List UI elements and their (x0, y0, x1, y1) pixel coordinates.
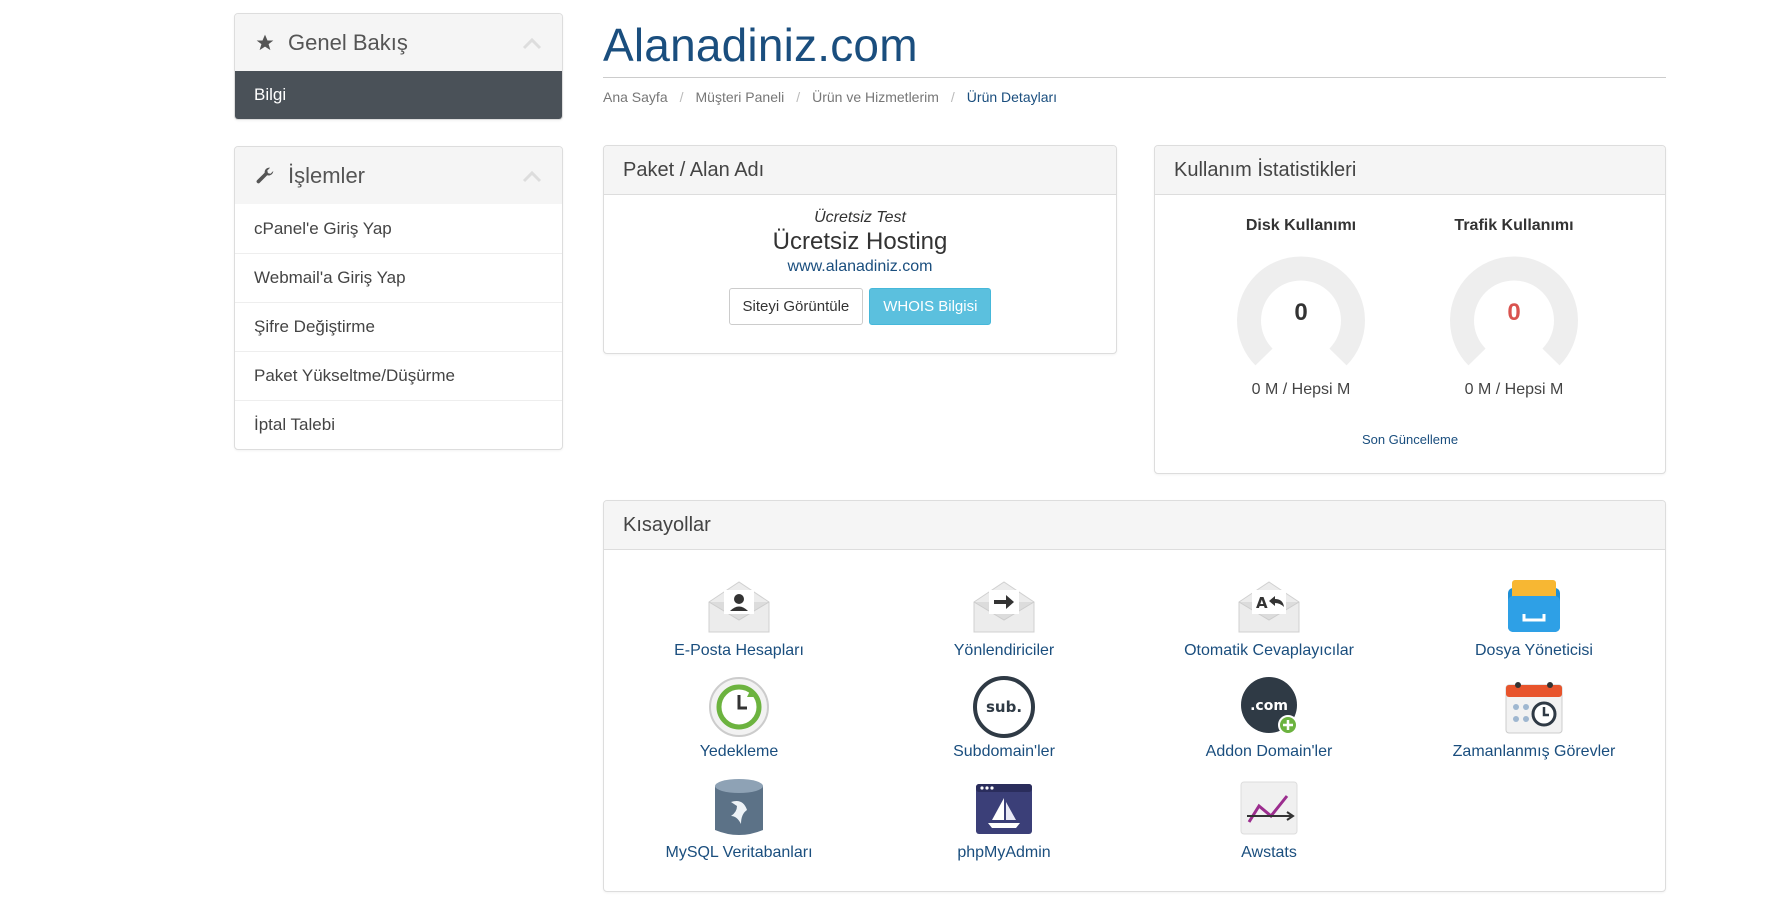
disk-usage-gauge: 0 (1237, 253, 1365, 373)
actions-title: İşlemler (288, 162, 366, 188)
breadcrumb-products[interactable]: Ürün ve Hizmetlerim (812, 89, 939, 105)
shortcut-subdomains[interactable]: sub. Subdomain'ler (874, 675, 1134, 761)
shortcut-mysql[interactable]: MySQL Veritabanları (609, 776, 869, 862)
last-update-link[interactable]: Son Güncelleme (1155, 432, 1665, 447)
sidebar-item-upgrade-downgrade[interactable]: Paket Yükseltme/Düşürme (235, 351, 562, 400)
shortcut-label: Yönlendiriciler (953, 642, 1055, 659)
overview-panel: Genel Bakış Bilgi (234, 13, 563, 120)
breadcrumb-client-area[interactable]: Müşteri Paneli (696, 89, 785, 105)
traffic-usage-block: Trafik Kullanımı 0 0 M / Hepsi M (1414, 195, 1614, 399)
sidebar-item-webmail-login[interactable]: Webmail'a Giriş Yap (235, 253, 562, 302)
wrench-icon (254, 165, 276, 187)
usage-stats-panel: Kullanım İstatistikleri Disk Kullanımı 0… (1154, 145, 1666, 474)
shortcut-label: E-Posta Hesapları (674, 642, 804, 659)
phpmyadmin-icon (976, 784, 1032, 834)
forwarders-icon (973, 581, 1035, 633)
breadcrumb-separator: / (796, 89, 801, 105)
shortcut-label: Subdomain'ler (953, 743, 1055, 760)
product-name: Ücretsiz Hosting (772, 228, 948, 255)
breadcrumb: Ana Sayfa / Müşteri Paneli / Ürün ve Hiz… (603, 89, 1057, 105)
traffic-usage-caption: 0 M / Hepsi M (1464, 381, 1564, 398)
traffic-usage-gauge: 0 (1450, 253, 1578, 373)
shortcut-label: MySQL Veritabanları (665, 844, 813, 861)
email-accounts-icon (708, 581, 770, 633)
shortcut-cron-jobs[interactable]: Zamanlanmış Görevler (1404, 675, 1664, 761)
backup-icon (709, 677, 769, 737)
traffic-usage-value: 0 (1507, 299, 1521, 326)
subdomains-icon: sub. (973, 676, 1035, 738)
actions-panel-header[interactable]: İşlemler (235, 147, 562, 204)
disk-usage-caption: 0 M / Hepsi M (1251, 381, 1351, 398)
awstats-icon (1240, 781, 1298, 835)
sidebar-item-cpanel-login[interactable]: cPanel'e Giriş Yap (235, 204, 562, 253)
shortcut-awstats[interactable]: Awstats (1139, 776, 1399, 862)
sidebar-item-change-password[interactable]: Şifre Değiştirme (235, 302, 562, 351)
shortcut-label: Dosya Yöneticisi (1475, 642, 1593, 659)
breadcrumb-separator: / (950, 89, 955, 105)
sidebar-item-cancel-request[interactable]: İptal Talebi (235, 400, 562, 449)
sidebar-item-info[interactable]: Bilgi (235, 71, 562, 119)
star-icon (254, 32, 276, 54)
view-site-button[interactable]: Siteyi Görüntüle (728, 288, 864, 325)
shortcuts-panel: Kısayollar E-Posta Hesapları Yönlendiric… (603, 500, 1666, 892)
shortcut-label: Zamanlanmış Görevler (1452, 743, 1616, 760)
shortcut-label: Otomatik Cevaplayıcılar (1184, 642, 1354, 659)
overview-title: Genel Bakış (288, 29, 408, 55)
svg-text:sub.: sub. (986, 698, 1022, 716)
shortcut-label: Awstats (1241, 844, 1297, 861)
cron-jobs-icon (1505, 682, 1563, 734)
traffic-usage-title: Trafik Kullanımı (1454, 217, 1574, 234)
disk-usage-title: Disk Kullanımı (1245, 217, 1357, 234)
shortcut-backup[interactable]: Yedekleme (609, 675, 869, 761)
svg-text:.com: .com (1250, 698, 1288, 714)
shortcut-autoresponders[interactable]: A Otomatik Cevaplayıcılar (1139, 574, 1399, 660)
usage-stats-title: Kullanım İstatistikleri (1155, 146, 1665, 195)
shortcut-label: Yedekleme (699, 743, 779, 760)
chevron-up-icon[interactable] (521, 32, 543, 54)
breadcrumb-product-details: Ürün Detayları (966, 89, 1058, 105)
breadcrumb-separator: / (679, 89, 684, 105)
shortcuts-title: Kısayollar (604, 501, 1665, 550)
mysql-icon (715, 779, 763, 835)
autoresponders-icon: A (1238, 581, 1300, 633)
disk-usage-value: 0 (1294, 299, 1308, 326)
file-manager-icon (1508, 580, 1560, 632)
svg-text:A: A (1256, 594, 1268, 612)
package-group: Ücretsiz Test (814, 209, 906, 226)
shortcut-forwarders[interactable]: Yönlendiriciler (874, 574, 1134, 660)
shortcut-addon-domains[interactable]: .com Addon Domain'ler (1139, 675, 1399, 761)
disk-usage-block: Disk Kullanımı 0 0 M / Hepsi M (1201, 195, 1401, 399)
shortcut-email-accounts[interactable]: E-Posta Hesapları (609, 574, 869, 660)
actions-panel: İşlemler cPanel'e Giriş Yap Webmail'a Gi… (234, 146, 563, 450)
chevron-up-icon[interactable] (521, 165, 543, 187)
title-divider (603, 77, 1666, 78)
overview-panel-header[interactable]: Genel Bakış (235, 14, 562, 71)
product-domain-link[interactable]: www.alanadiniz.com (604, 258, 1116, 276)
shortcut-phpmyadmin[interactable]: phpMyAdmin (874, 776, 1134, 862)
breadcrumb-home[interactable]: Ana Sayfa (603, 89, 668, 105)
page-title: Alanadiniz.com (603, 19, 918, 71)
addon-domains-icon: .com (1241, 677, 1298, 735)
shortcut-label: Addon Domain'ler (1205, 743, 1333, 760)
shortcut-label: phpMyAdmin (957, 844, 1051, 861)
package-panel-title: Paket / Alan Adı (604, 146, 1116, 195)
shortcut-file-manager[interactable]: Dosya Yöneticisi (1404, 574, 1664, 660)
package-panel: Paket / Alan Adı Ücretsiz Test Ücretsiz … (603, 145, 1117, 354)
whois-button[interactable]: WHOIS Bilgisi (869, 288, 992, 325)
